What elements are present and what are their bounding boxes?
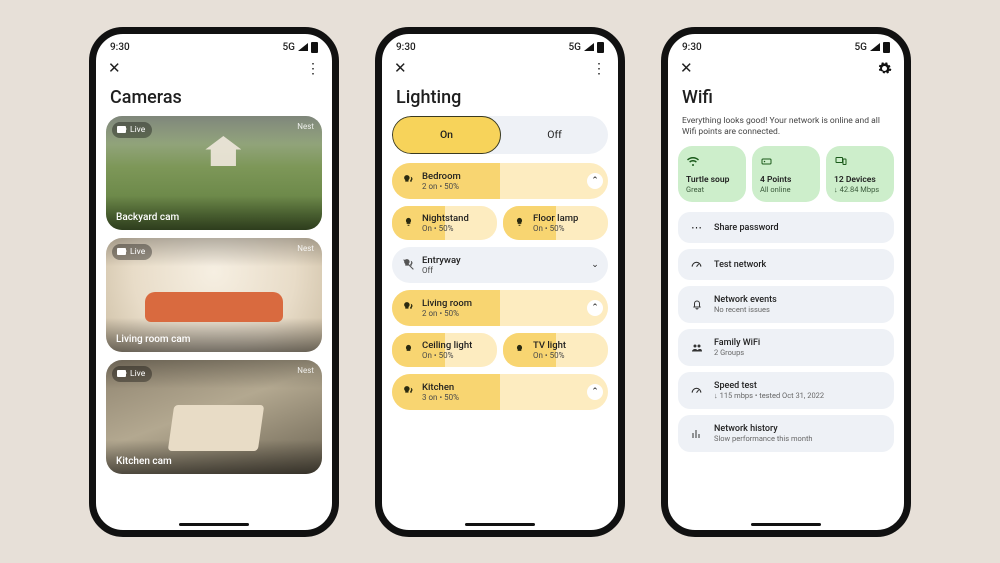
gear-icon[interactable] xyxy=(877,61,892,76)
home-indicator[interactable] xyxy=(751,523,821,526)
live-badge: Live xyxy=(112,122,152,138)
page-title: Wifi xyxy=(668,81,904,116)
row-network-events[interactable]: Network eventsNo recent issues xyxy=(678,286,894,323)
wifi-icon xyxy=(686,155,738,168)
light-floorlamp[interactable]: Floor lampOn • 50% xyxy=(503,206,608,240)
live-badge: Live xyxy=(112,366,152,382)
camera-icon xyxy=(117,248,126,255)
room-entryway[interactable]: EntrywayOff ⌄ xyxy=(392,247,608,283)
row-speed-test[interactable]: Speed test↓ 115 mbps • tested Oct 31, 20… xyxy=(678,372,894,409)
camera-icon xyxy=(117,370,126,377)
chart-icon xyxy=(689,428,704,440)
wifi-card-points[interactable]: 4 Points All online xyxy=(752,146,820,202)
chevron-up-icon[interactable]: ⌃ xyxy=(587,173,603,189)
segment-on[interactable]: On xyxy=(392,116,501,154)
battery-icon xyxy=(883,42,890,53)
status-time: 9:30 xyxy=(396,42,416,53)
room-livingroom[interactable]: Living room2 on • 50% ⌃ xyxy=(392,290,608,326)
row-test-network[interactable]: Test network xyxy=(678,249,894,280)
room-bedroom[interactable]: Bedroom2 on • 50% ⌃ xyxy=(392,163,608,199)
wifi-card-devices[interactable]: 12 Devices ↓ 42.84 Mbps xyxy=(826,146,894,202)
signal-icon xyxy=(298,43,308,51)
bulb-icon xyxy=(402,216,415,229)
brand-label: Nest xyxy=(297,366,314,375)
status-net: 5G xyxy=(569,42,582,53)
phone-wifi: 9:30 5G ✕ Wifi Everything looks good! Yo… xyxy=(661,27,911,537)
row-network-history[interactable]: Network historySlow performance this mon… xyxy=(678,415,894,452)
bulb-icon xyxy=(513,343,526,356)
chevron-up-icon[interactable]: ⌃ xyxy=(587,300,603,316)
home-indicator[interactable] xyxy=(465,523,535,526)
family-icon xyxy=(689,342,704,354)
battery-icon xyxy=(597,42,604,53)
live-badge: Live xyxy=(112,244,152,260)
bell-icon xyxy=(689,298,704,311)
lightgroup-icon xyxy=(402,385,415,398)
row-share-password[interactable]: ⋯ Share password xyxy=(678,212,894,243)
battery-icon xyxy=(311,42,318,53)
more-icon[interactable]: ⋮ xyxy=(306,62,320,76)
home-indicator[interactable] xyxy=(179,523,249,526)
phone-cameras: 9:30 5G ✕ ⋮ Cameras Live Nest Backyard c… xyxy=(89,27,339,537)
brand-label: Nest xyxy=(297,244,314,253)
password-icon: ⋯ xyxy=(689,221,704,234)
close-icon[interactable]: ✕ xyxy=(108,61,121,76)
room-kitchen[interactable]: Kitchen3 on • 50% ⌃ xyxy=(392,374,608,410)
light-nightstand[interactable]: NightstandOn • 50% xyxy=(392,206,497,240)
light-tv[interactable]: TV lightOn • 50% xyxy=(503,333,608,367)
camera-label: Backyard cam xyxy=(116,212,179,223)
status-bar: 9:30 5G xyxy=(382,34,618,55)
camera-card-kitchen[interactable]: Live Nest Kitchen cam xyxy=(106,360,322,474)
lightgroup-icon xyxy=(402,174,415,187)
close-icon[interactable]: ✕ xyxy=(394,61,407,76)
camera-card-livingroom[interactable]: Live Nest Living room cam xyxy=(106,238,322,352)
status-time: 9:30 xyxy=(110,42,130,53)
brand-label: Nest xyxy=(297,122,314,131)
status-time: 9:30 xyxy=(682,42,702,53)
row-family-wifi[interactable]: Family WiFi2 Groups xyxy=(678,329,894,366)
signal-icon xyxy=(584,43,594,51)
light-ceiling[interactable]: Ceiling lightOn • 50% xyxy=(392,333,497,367)
close-icon[interactable]: ✕ xyxy=(680,61,693,76)
status-net: 5G xyxy=(855,42,868,53)
lightgroup-icon xyxy=(402,301,415,314)
camera-icon xyxy=(117,126,126,133)
status-net: 5G xyxy=(283,42,296,53)
page-title: Cameras xyxy=(96,81,332,116)
devices-icon xyxy=(834,155,886,168)
status-bar: 9:30 5G xyxy=(668,34,904,55)
wifi-subtitle: Everything looks good! Your network is o… xyxy=(668,116,904,147)
camera-label: Kitchen cam xyxy=(116,456,172,467)
speed-icon xyxy=(689,384,704,397)
router-icon xyxy=(760,155,812,168)
signal-icon xyxy=(870,43,880,51)
more-icon[interactable]: ⋮ xyxy=(592,62,606,76)
bulb-icon xyxy=(402,343,415,356)
page-title: Lighting xyxy=(382,81,618,116)
camera-card-backyard[interactable]: Live Nest Backyard cam xyxy=(106,116,322,230)
phone-lighting: 9:30 5G ✕ ⋮ Lighting On Off Bedroom2 on … xyxy=(375,27,625,537)
camera-label: Living room cam xyxy=(116,334,190,345)
chevron-up-icon[interactable]: ⌃ xyxy=(587,384,603,400)
wifi-card-network[interactable]: Turtle soup Great xyxy=(678,146,746,202)
segment-off[interactable]: Off xyxy=(501,116,608,154)
lightgroup-off-icon xyxy=(402,258,415,271)
chevron-down-icon[interactable]: ⌄ xyxy=(587,257,603,273)
gauge-icon xyxy=(689,258,704,271)
segmented-control[interactable]: On Off xyxy=(392,116,608,154)
bulb-icon xyxy=(513,216,526,229)
status-bar: 9:30 5G xyxy=(96,34,332,55)
